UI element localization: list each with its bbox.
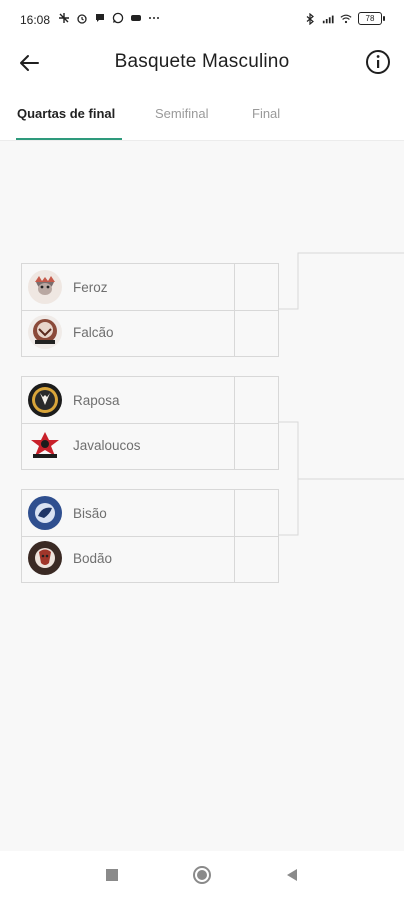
status-bar: 16:08 78 — [0, 0, 404, 40]
bodao-logo-icon — [28, 541, 62, 575]
score-column-divider — [234, 264, 235, 356]
bracket-area: Feroz Falcão Raposa Javaloucos Bisão Bod… — [0, 141, 404, 851]
team-name: Bisão — [73, 505, 107, 521]
status-time: 16:08 — [20, 13, 51, 27]
match-card[interactable]: Raposa Javaloucos — [21, 376, 279, 470]
tab-semifinal[interactable]: Semifinal — [155, 106, 208, 121]
team-row[interactable]: Falcão — [22, 310, 278, 355]
feroz-logo-icon — [28, 270, 62, 304]
signal-icon — [322, 15, 334, 23]
page-title: Basquete Masculino — [114, 51, 290, 72]
status-left-icons — [58, 12, 160, 24]
more-icon — [149, 17, 159, 19]
tab-final[interactable]: Final — [252, 106, 280, 121]
team-name: Bodão — [73, 551, 113, 566]
home-icon[interactable] — [192, 865, 212, 885]
info-icon[interactable] — [364, 48, 392, 76]
team-row[interactable]: Javaloucos — [22, 423, 278, 468]
score-column-divider — [234, 490, 235, 582]
active-tab-indicator — [16, 138, 122, 140]
airplane-off-icon — [59, 13, 69, 23]
battery-icon: 78 — [358, 12, 385, 25]
team-name: Javaloucos — [73, 438, 141, 453]
match-card[interactable]: Feroz Falcão — [21, 263, 279, 357]
recent-apps-icon[interactable] — [102, 865, 122, 885]
raposa-logo-icon — [28, 383, 62, 417]
system-nav-bar — [0, 851, 404, 900]
back-nav-icon[interactable] — [282, 865, 302, 885]
falcao-logo-icon — [28, 315, 62, 349]
match-card[interactable]: Bisão Bodão — [21, 489, 279, 583]
whatsapp-icon — [112, 12, 124, 24]
round-tabs: Quartas de final Semifinal Final — [0, 86, 404, 141]
app-bar: Basquete Masculino — [0, 40, 404, 86]
wifi-icon — [340, 14, 352, 23]
team-name: Feroz — [73, 279, 108, 295]
bluetooth-icon — [306, 12, 314, 25]
javaloucos-logo-icon — [28, 428, 62, 462]
team-name: Raposa — [73, 392, 120, 408]
alarm-icon — [77, 14, 87, 24]
team-name: Falcão — [73, 325, 114, 340]
team-row[interactable]: Bodão — [22, 536, 278, 581]
team-row[interactable]: Bisão — [22, 490, 278, 537]
score-column-divider — [234, 377, 235, 469]
status-right-icons: 78 — [304, 12, 385, 25]
battery-level: 78 — [365, 14, 375, 23]
team-row[interactable]: Raposa — [22, 377, 278, 424]
game-icon — [131, 15, 141, 21]
team-row[interactable]: Feroz — [22, 264, 278, 311]
chat-icon — [96, 14, 104, 22]
bisao-logo-icon — [28, 496, 62, 530]
tab-quartas-de-final[interactable]: Quartas de final — [17, 106, 115, 121]
